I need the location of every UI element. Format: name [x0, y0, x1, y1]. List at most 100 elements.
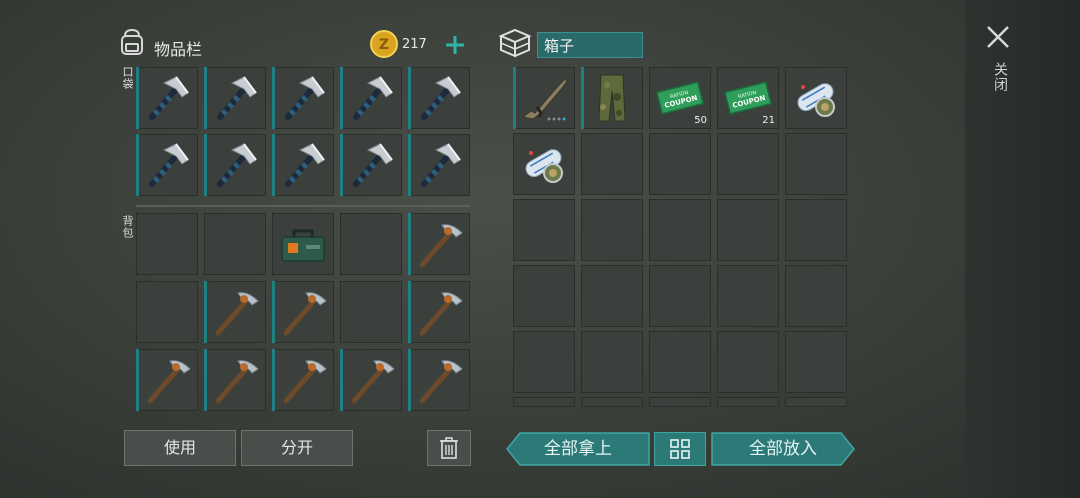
- durability-bar: [204, 134, 207, 196]
- durability-bar: [204, 281, 207, 343]
- add-coins-icon[interactable]: [443, 33, 467, 57]
- container-slot[interactable]: RATION COUPON 21: [717, 67, 779, 129]
- container-slot[interactable]: [581, 265, 643, 327]
- backpack-slot[interactable]: [340, 281, 402, 343]
- container-slot[interactable]: [649, 133, 711, 195]
- backpack-icon: [116, 26, 148, 58]
- use-button[interactable]: 使用: [124, 430, 236, 466]
- put-all-label: 全部放入: [749, 439, 817, 459]
- backpack-slot[interactable]: [408, 349, 470, 411]
- container-slot[interactable]: [513, 133, 575, 195]
- container-slot[interactable]: RATION COUPON 50: [649, 67, 711, 129]
- backpack-slot[interactable]: [272, 281, 334, 343]
- container-slot[interactable]: [649, 397, 711, 407]
- durability-bar: [204, 349, 207, 411]
- container-slot[interactable]: [649, 265, 711, 327]
- container-slot[interactable]: [717, 397, 779, 407]
- inventory-title: 物品栏: [154, 40, 203, 59]
- pocket-slot[interactable]: [340, 67, 402, 129]
- backpack-slot[interactable]: [136, 213, 198, 275]
- container-slot[interactable]: [581, 133, 643, 195]
- container-slot[interactable]: [717, 133, 779, 195]
- crate-icon: [497, 26, 533, 60]
- backpack-slot[interactable]: [204, 349, 266, 411]
- backpack-slot[interactable]: [136, 281, 198, 343]
- durability-bar: [204, 67, 207, 129]
- pocket-slot[interactable]: [136, 67, 198, 129]
- durability-bar: [340, 134, 343, 196]
- container-slot[interactable]: [581, 67, 643, 129]
- close-label[interactable]: 关闭: [990, 62, 1010, 92]
- pocket-slot[interactable]: [340, 134, 402, 196]
- container-slot[interactable]: [581, 397, 643, 407]
- pocket-slot[interactable]: [408, 134, 470, 196]
- backpack-slot[interactable]: [272, 213, 334, 275]
- pocket-slot[interactable]: [204, 134, 266, 196]
- container-slot[interactable]: [649, 199, 711, 261]
- container-slot[interactable]: [717, 199, 779, 261]
- backpack-slot[interactable]: [136, 349, 198, 411]
- container-slot[interactable]: [649, 331, 711, 393]
- backpack-slot[interactable]: [340, 349, 402, 411]
- container-slot[interactable]: [785, 133, 847, 195]
- backpack-slot[interactable]: [272, 349, 334, 411]
- trash-icon: [440, 437, 458, 459]
- backpack-slot[interactable]: [204, 213, 266, 275]
- durability-bar: [272, 134, 275, 196]
- durability-bar: [581, 67, 584, 129]
- container-slot[interactable]: [513, 67, 575, 129]
- pocket-slot[interactable]: [408, 67, 470, 129]
- durability-bar: [408, 134, 411, 196]
- durability-bar: [136, 67, 139, 129]
- container-slot[interactable]: [785, 67, 847, 129]
- close-icon[interactable]: [985, 24, 1011, 50]
- durability-bar: [272, 67, 275, 129]
- durability-bar: [136, 134, 139, 196]
- item-count: 50: [694, 115, 707, 126]
- put-all-button[interactable]: 全部放入: [711, 432, 855, 466]
- coin-icon: Z: [370, 30, 398, 58]
- container-slot[interactable]: [513, 265, 575, 327]
- container-slot[interactable]: [513, 331, 575, 393]
- pocket-slot[interactable]: [204, 67, 266, 129]
- container-slot[interactable]: [785, 265, 847, 327]
- container-slot[interactable]: [513, 199, 575, 261]
- svg-text:Z: Z: [379, 37, 389, 53]
- grid-sort-icon: [670, 439, 690, 459]
- take-all-label: 全部拿上: [544, 439, 612, 459]
- durability-bar: [272, 281, 275, 343]
- coin-count: 217: [402, 37, 427, 52]
- take-all-button[interactable]: 全部拿上: [506, 432, 650, 466]
- container-slot[interactable]: [785, 331, 847, 393]
- container-slot[interactable]: [785, 397, 847, 407]
- durability-bar: [408, 349, 411, 411]
- durability-bar: [513, 67, 516, 129]
- container-slot[interactable]: [581, 199, 643, 261]
- durability-bar: [340, 67, 343, 129]
- container-slot[interactable]: [513, 397, 575, 407]
- backpack-slot[interactable]: [408, 281, 470, 343]
- sort-button[interactable]: [654, 432, 706, 466]
- container-slot[interactable]: [717, 331, 779, 393]
- pocket-label: 口袋: [121, 66, 134, 90]
- split-button[interactable]: 分开: [241, 430, 353, 466]
- backpack-slot[interactable]: [340, 213, 402, 275]
- durability-bar: [408, 281, 411, 343]
- backpack-slot[interactable]: [204, 281, 266, 343]
- durability-bar: [136, 349, 139, 411]
- container-name-field[interactable]: 箱子: [537, 32, 643, 58]
- container-slot[interactable]: [785, 199, 847, 261]
- item-count: 21: [762, 115, 775, 126]
- durability-bar: [272, 349, 275, 411]
- trash-button[interactable]: [427, 430, 471, 466]
- pocket-slot[interactable]: [272, 67, 334, 129]
- pocket-slot[interactable]: [272, 134, 334, 196]
- side-strip: [965, 0, 1080, 498]
- pocket-slot[interactable]: [136, 134, 198, 196]
- backpack-slot[interactable]: [408, 213, 470, 275]
- container-slot[interactable]: [717, 265, 779, 327]
- backpack-label: 背包: [121, 215, 134, 239]
- durability-bar: [408, 213, 411, 275]
- container-slot[interactable]: [581, 331, 643, 393]
- section-divider: [136, 205, 470, 207]
